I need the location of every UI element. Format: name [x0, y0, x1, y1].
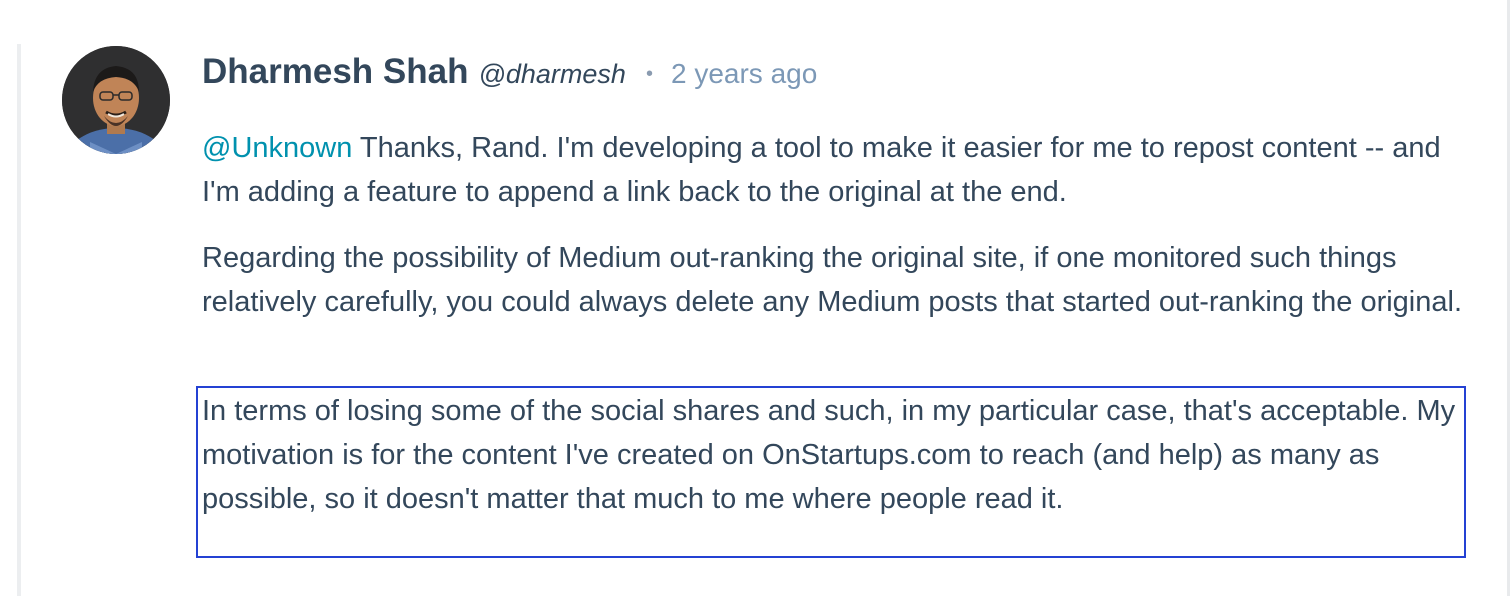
- comment-page: Dharmesh Shah @dharmesh • 2 years ago @U…: [0, 0, 1510, 596]
- comment-header: Dharmesh Shah @dharmesh • 2 years ago: [202, 52, 1464, 98]
- author-handle[interactable]: @dharmesh: [478, 59, 625, 90]
- comment-paragraph-1: @Unknown Thanks, Rand. I'm developing a …: [202, 126, 1464, 214]
- selection-highlight-box: [196, 386, 1466, 558]
- author-name[interactable]: Dharmesh Shah: [202, 52, 468, 92]
- avatar[interactable]: [62, 46, 170, 154]
- mention-link[interactable]: @Unknown: [202, 132, 352, 164]
- separator-dot: •: [645, 63, 653, 85]
- comment-body: @Unknown Thanks, Rand. I'm developing a …: [202, 126, 1464, 324]
- timestamp[interactable]: 2 years ago: [671, 58, 817, 90]
- thread-line: [17, 44, 21, 596]
- paragraph-1-text: Thanks, Rand. I'm developing a tool to m…: [202, 132, 1441, 208]
- user-photo-icon: [62, 46, 170, 154]
- comment: Dharmesh Shah @dharmesh • 2 years ago @U…: [196, 52, 1466, 558]
- comment-paragraph-2: Regarding the possibility of Medium out-…: [202, 242, 1462, 318]
